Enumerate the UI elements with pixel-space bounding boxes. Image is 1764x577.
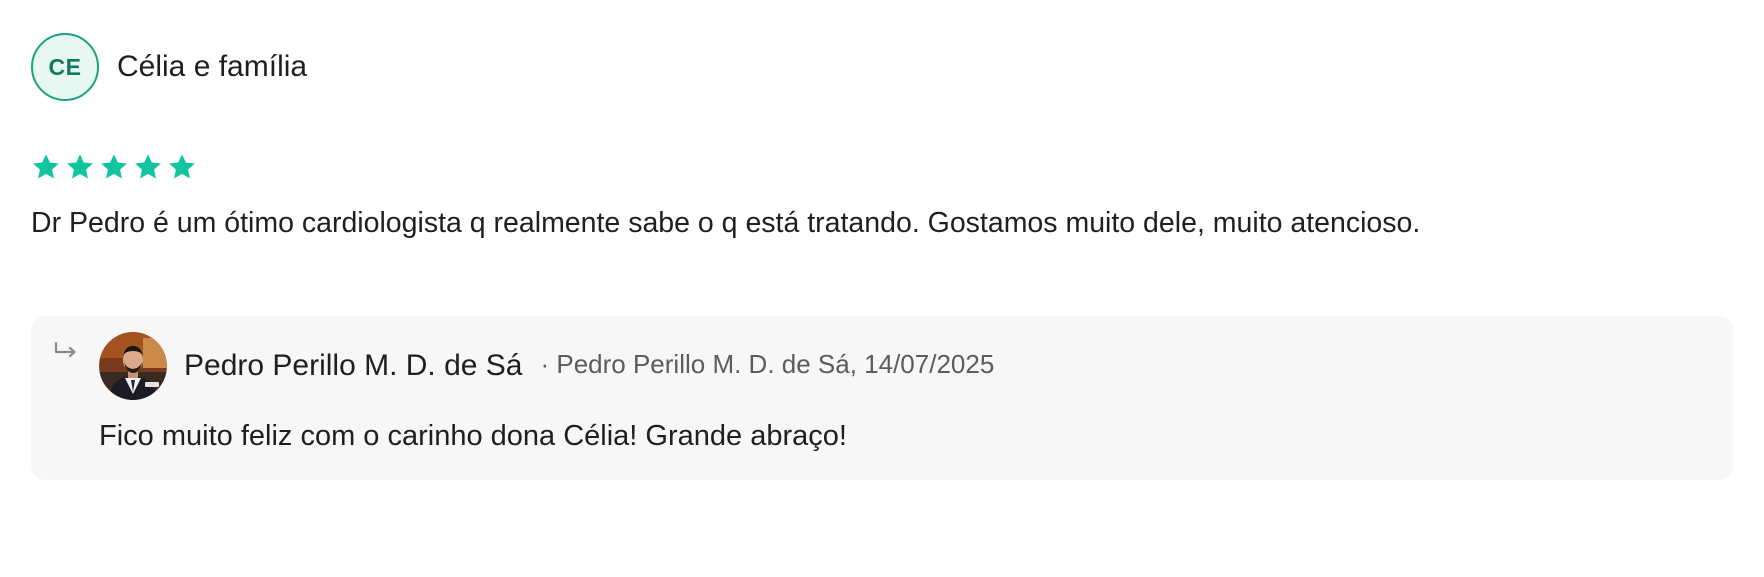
review-text: Dr Pedro é um ótimo cardiologista q real…	[31, 207, 1421, 239]
star-icon	[133, 152, 163, 182]
reply-text: Fico muito feliz com o carinho dona Céli…	[99, 420, 847, 452]
reply-meta: · Pedro Perillo M. D. de Sá, 14/07/2025	[540, 348, 995, 379]
review-card: CE Célia e família Dr Pedro é um ótimo c…	[31, 33, 1733, 241]
review-author: CE Célia e família	[31, 33, 1733, 101]
star-icon	[167, 152, 197, 182]
star-icon	[31, 152, 61, 182]
star-icon	[99, 152, 129, 182]
reply-header: Pedro Perillo M. D. de Sá · Pedro Perill…	[99, 332, 994, 400]
reply-author-name: Pedro Perillo M. D. de Sá	[184, 349, 523, 382]
star-icon	[65, 152, 95, 182]
avatar: CE	[31, 33, 99, 101]
author-name: Célia e família	[117, 50, 308, 83]
doctor-avatar	[99, 332, 167, 400]
doctor-reply: Pedro Perillo M. D. de Sá · Pedro Perill…	[31, 316, 1733, 480]
reply-arrow-icon	[53, 340, 79, 362]
star-rating	[31, 151, 1733, 183]
